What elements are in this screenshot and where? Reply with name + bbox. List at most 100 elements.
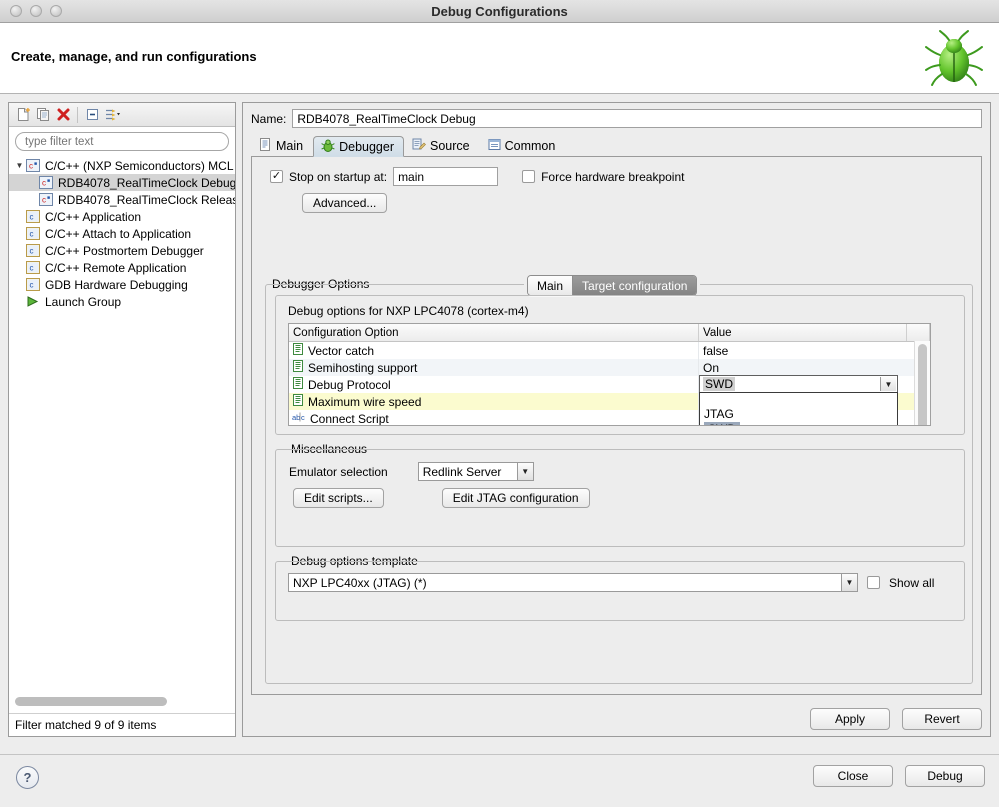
row-value-cell[interactable]: false [699, 342, 907, 359]
svg-text:c: c [30, 264, 34, 273]
show-all-checkbox[interactable] [867, 576, 880, 589]
page-title: Create, manage, and run configurations [11, 49, 257, 64]
tree-item-c-cpp-attach[interactable]: c C/C++ Attach to Application [9, 225, 235, 242]
tree-item-c-cpp-application[interactable]: c C/C++ Application [9, 208, 235, 225]
scrollbar-track[interactable] [15, 697, 229, 706]
svg-text:c: c [30, 247, 34, 256]
chevron-down-icon[interactable]: ▼ [841, 574, 857, 591]
debug-options-header: Debug options for NXP LPC4078 (cortex-m4… [288, 304, 529, 318]
minimize-window-button[interactable] [30, 5, 42, 17]
delete-configuration-icon[interactable] [53, 105, 73, 125]
tab-main[interactable]: Main [251, 135, 313, 156]
debug-protocol-value: SWD [703, 377, 735, 391]
new-configuration-icon[interactable] [13, 105, 33, 125]
tree-horizontal-scrollbar[interactable] [9, 695, 235, 713]
launch-group-icon [26, 295, 42, 308]
row-option-cell: Semihosting support [289, 359, 699, 376]
configurations-toolbar [9, 103, 235, 127]
enum-option-icon [292, 394, 304, 409]
tab-source[interactable]: Source [404, 135, 480, 156]
debug-button[interactable]: Debug [905, 765, 985, 787]
close-button[interactable]: Close [813, 765, 893, 787]
document-icon [259, 138, 272, 154]
debug-protocol-combo[interactable]: SWD ▼ [699, 375, 898, 393]
tree-item-c-cpp-postmortem[interactable]: c C/C++ Postmortem Debugger [9, 242, 235, 259]
tree-item-launch-group[interactable]: Launch Group [9, 293, 235, 310]
tree-item-rdb4078-debug[interactable]: c ■ RDB4078_RealTimeClock Debug [9, 174, 235, 191]
column-header-configuration-option[interactable]: Configuration Option [289, 324, 699, 341]
tree-item-label: C/C++ Attach to Application [45, 226, 192, 241]
c-application-icon: c [26, 261, 42, 274]
show-all-label: Show all [889, 575, 935, 590]
chevron-down-icon[interactable]: ▼ [516, 463, 533, 480]
debug-configurations-window: Debug Configurations Create, manage, and… [0, 0, 999, 807]
revert-button[interactable]: Revert [902, 708, 982, 730]
window-titlebar: Debug Configurations [0, 0, 999, 23]
bug-banner-icon [923, 27, 985, 92]
tree-item-gdb-hardware-debugging[interactable]: c GDB Hardware Debugging [9, 276, 235, 293]
svg-text:c: c [30, 281, 34, 290]
common-icon [488, 138, 501, 154]
force-hardware-breakpoint-label: Force hardware breakpoint [541, 169, 685, 184]
svg-text:c: c [30, 213, 34, 222]
scrollbar-thumb[interactable] [15, 697, 167, 706]
miscellaneous-group: Emulator selection Redlink Server ▼ Edit… [275, 449, 965, 547]
bug-icon [321, 139, 335, 155]
force-hardware-breakpoint-checkbox[interactable] [522, 170, 536, 183]
debug-protocol-dropdown-list: JTAG SWD [699, 392, 898, 425]
stop-on-startup-checkbox[interactable]: ✓ [270, 170, 283, 183]
configuration-editor-panel: Name: Main [242, 102, 991, 737]
column-header-value[interactable]: Value [699, 324, 907, 341]
tree-item-label: C/C++ (NXP Semiconductors) MCL [45, 158, 234, 173]
dialog-body: ▼ c■ C/C++ (NXP Semiconductors) MCL c■ R… [0, 94, 999, 754]
row-option-label: Connect Script [310, 411, 389, 426]
filter-status-text: Filter matched 9 of 9 items [9, 713, 235, 736]
search-input[interactable] [15, 132, 229, 151]
configurations-tree: ▼ c ■ C/C++ (NXP Semiconductors) MCL c ■ R… [9, 155, 235, 695]
tree-item-c-cpp-nxp-mcl[interactable]: ▼ c ■ C/C++ (NXP Semiconductors) MCL [9, 157, 235, 174]
emulator-selection-dropdown[interactable]: Redlink Server ▼ [417, 462, 534, 481]
configuration-name-row: Name: [243, 103, 990, 132]
collapse-all-icon[interactable] [82, 105, 102, 125]
expand-triangle-icon[interactable]: ▼ [13, 161, 26, 170]
table-row[interactable]: Semihosting support On [289, 359, 930, 376]
c-application-icon: c [26, 227, 42, 240]
c-cpp-nxp-icon: c ■ [26, 159, 42, 172]
segment-target-configuration[interactable]: Target configuration [572, 276, 697, 295]
scrollbar-thumb[interactable] [918, 344, 927, 425]
segment-main[interactable]: Main [528, 276, 573, 295]
zoom-window-button[interactable] [50, 5, 62, 17]
table-header-row: Configuration Option Value [289, 324, 930, 342]
source-icon [412, 138, 426, 154]
configuration-tabs: Main Debugger Source Common [251, 134, 982, 157]
edit-jtag-configuration-button[interactable]: Edit JTAG configuration [441, 488, 590, 508]
configuration-name-input[interactable] [292, 109, 982, 128]
apply-button[interactable]: Apply [810, 708, 890, 730]
debug-options-template-dropdown[interactable]: NXP LPC40xx (JTAG) (*) ▼ [288, 573, 858, 592]
filter-configurations-icon[interactable] [102, 105, 122, 125]
advanced-button[interactable]: Advanced... [302, 193, 388, 213]
help-icon[interactable]: ? [16, 766, 39, 789]
tree-item-label: GDB Hardware Debugging [45, 277, 188, 292]
dropdown-option-jtag[interactable]: JTAG [700, 407, 897, 422]
table-row[interactable]: Vector catch false [289, 342, 930, 359]
tree-item-label: RDB4078_RealTimeClock Debug [58, 175, 235, 190]
tree-item-c-cpp-remote[interactable]: c C/C++ Remote Application [9, 259, 235, 276]
tree-item-label: C/C++ Application [45, 209, 142, 224]
enum-option-icon [292, 377, 304, 392]
chevron-down-icon[interactable]: ▼ [880, 377, 896, 391]
duplicate-configuration-icon[interactable] [33, 105, 53, 125]
edit-scripts-button[interactable]: Edit scripts... [293, 488, 384, 508]
tab-common[interactable]: Common [480, 135, 566, 156]
debug-options-template-value: NXP LPC40xx (JTAG) (*) [293, 575, 427, 590]
row-value-cell[interactable]: On [699, 359, 907, 376]
stop-on-startup-input[interactable] [393, 167, 499, 186]
svg-text:c: c [42, 179, 46, 188]
tree-item-rdb4078-release[interactable]: c ■ RDB4078_RealTimeClock Releas [9, 191, 235, 208]
row-option-cell: Vector catch [289, 342, 699, 359]
table-vertical-scrollbar[interactable] [914, 341, 930, 425]
string-option-icon: ab c [292, 411, 306, 425]
close-window-button[interactable] [10, 5, 22, 17]
tab-debugger[interactable]: Debugger [313, 136, 404, 157]
svg-text:ab: ab [292, 413, 300, 422]
